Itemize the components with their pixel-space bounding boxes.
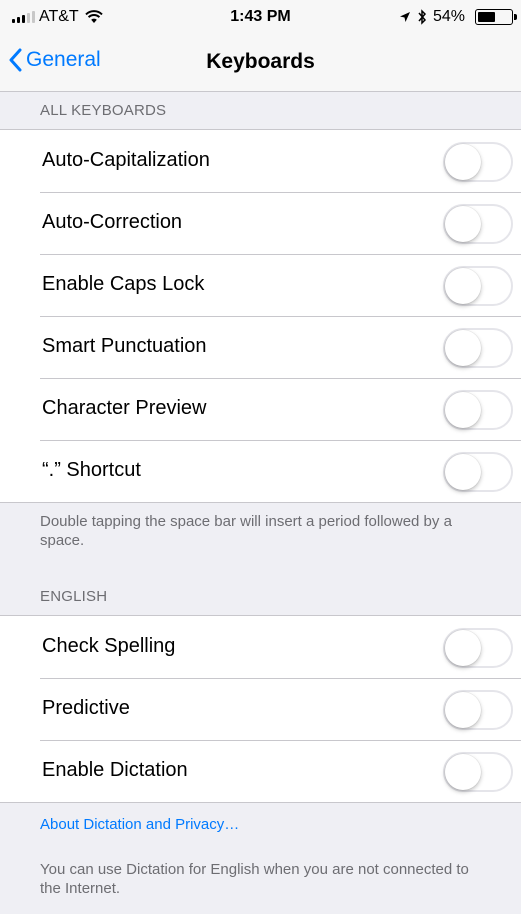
check-spelling-toggle[interactable] [443,628,513,668]
location-icon [399,11,411,23]
english-footer: You can use Dictation for English when y… [40,861,469,897]
row-label: “.” Shortcut [42,459,141,481]
battery-fill [478,12,495,22]
predictive-toggle[interactable] [443,690,513,730]
setting-row-smart-punctuation[interactable]: Smart Punctuation [0,316,521,378]
enable-caps-lock-toggle[interactable] [443,266,513,306]
battery-percent: 54% [432,8,465,25]
auto-correction-toggle[interactable] [443,204,513,244]
toggle-knob [445,630,481,666]
toggle-knob [445,268,481,304]
auto-capitalization-toggle[interactable] [443,142,513,182]
all-keyboards-footer: Double tapping the space bar will insert… [40,513,452,549]
status-bar: AT&T 1:43 PM 54% [0,0,521,36]
row-label: Auto-Correction [42,211,183,233]
all-keyboards-group: Auto-Capitalization Auto-Correction Enab… [0,129,521,503]
battery-icon [475,9,517,25]
toggle-knob [445,144,481,180]
row-label: Smart Punctuation [42,335,207,357]
toggle-knob [445,330,481,366]
toggle-knob [445,754,481,790]
setting-row-enable-dictation[interactable]: Enable Dictation [0,740,521,802]
section-header-english: ENGLISH [40,588,108,605]
setting-row-predictive[interactable]: Predictive [0,678,521,740]
toggle-knob [445,692,481,728]
toggle-knob [445,392,481,428]
setting-row-auto-correction[interactable]: Auto-Correction [0,192,521,254]
toggle-knob [445,454,481,490]
setting-row-enable-caps-lock[interactable]: Enable Caps Lock [0,254,521,316]
row-label: Predictive [42,697,130,719]
row-label: Check Spelling [42,635,176,657]
setting-row-check-spelling[interactable]: Check Spelling [0,616,521,678]
row-label: Enable Caps Lock [42,273,205,295]
navigation-bar: General Keyboards [0,36,521,92]
character-preview-toggle[interactable] [443,390,513,430]
section-header-all-keyboards: ALL KEYBOARDS [40,102,167,119]
enable-dictation-toggle[interactable] [443,752,513,792]
smart-punctuation-toggle[interactable] [443,328,513,368]
setting-row-character-preview[interactable]: Character Preview [0,378,521,440]
about-dictation-privacy-link[interactable]: About Dictation and Privacy… [40,816,239,833]
english-group: Check Spelling Predictive Enable Dictati… [0,615,521,803]
setting-row-auto-capitalization[interactable]: Auto-Capitalization [0,130,521,192]
row-label: Auto-Capitalization [42,149,210,171]
period-shortcut-toggle[interactable] [443,452,513,492]
setting-row-period-shortcut[interactable]: “.” Shortcut [0,440,521,502]
bluetooth-icon [417,9,427,25]
row-label: Enable Dictation [42,759,188,781]
row-label: Character Preview [42,397,207,419]
page-title: Keyboards [206,50,315,73]
status-right: 54% [399,8,517,26]
toggle-knob [445,206,481,242]
